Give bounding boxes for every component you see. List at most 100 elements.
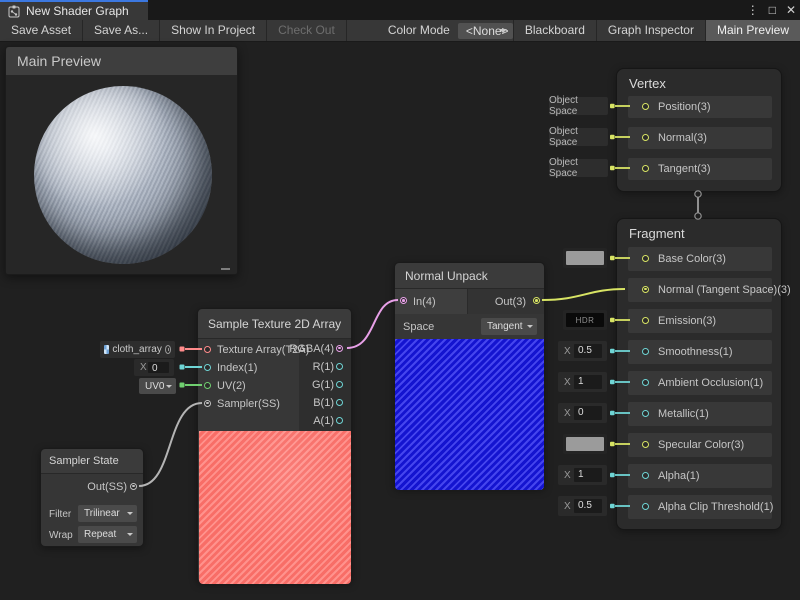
vertex-row-tangent[interactable]: Tangent(3) [628, 158, 772, 180]
index-field[interactable]: X 0 [134, 359, 174, 376]
output-port-out-ss[interactable] [130, 483, 137, 490]
alpha-field[interactable]: X 1 [558, 465, 607, 485]
input-port-alpha[interactable] [642, 472, 649, 479]
fragment-row-specular-color[interactable]: Specular Color(3) [628, 433, 772, 457]
metallic-field[interactable]: X 0 [558, 403, 607, 423]
fragment-row-emission[interactable]: Emission(3) [628, 309, 772, 333]
node-title: Sample Texture 2D Array [208, 317, 341, 331]
kebab-menu-icon[interactable]: ⋮ [747, 3, 759, 17]
wire-out-to-normal[interactable] [542, 289, 625, 300]
input-port-alpha-clip[interactable] [642, 503, 649, 510]
input-row-sampler[interactable]: Sampler(SS) [198, 395, 298, 413]
filter-dropdown[interactable]: Trilinear [78, 505, 137, 522]
fragment-default-dot [610, 504, 615, 509]
space-selector-position[interactable]: Object Space [549, 97, 608, 115]
wire-sampler-state[interactable] [139, 403, 202, 486]
node-sample-texture-2d-array[interactable]: Sample Texture 2D Array Texture Array(T2… [197, 308, 352, 583]
value-input[interactable]: 1 [574, 468, 602, 482]
value-input[interactable]: 0.5 [574, 344, 602, 358]
output-row-r[interactable]: R(1) [299, 358, 351, 376]
output-row-b[interactable]: B(1) [299, 394, 351, 412]
fragment-row-smoothness[interactable]: Smoothness(1) [628, 340, 772, 364]
node-fragment[interactable]: Fragment Base Color(3) Normal (Tangent S… [616, 218, 782, 530]
out-row[interactable]: Out(SS) [41, 474, 143, 500]
output-row-rgba[interactable]: RGBA(4) [299, 340, 351, 358]
node-title: Normal Unpack [405, 269, 488, 283]
output-port-g[interactable] [336, 381, 343, 388]
input-row-uv[interactable]: UV(2) [198, 377, 298, 395]
maximize-icon[interactable]: □ [769, 3, 776, 17]
node-normal-unpack[interactable]: Normal Unpack In(4) Out(3) Space Tangent [394, 262, 545, 489]
output-port-b[interactable] [336, 399, 343, 406]
input-port-base-color[interactable] [642, 255, 649, 262]
input-port-metallic[interactable] [642, 410, 649, 417]
panel-resize-handle[interactable] [221, 268, 230, 270]
value-input[interactable]: 0.5 [574, 499, 602, 513]
input-port-emission[interactable] [642, 317, 649, 324]
output-port-rgba[interactable] [336, 345, 343, 352]
port-label: Ambient Occlusion(1) [658, 371, 763, 395]
port-label: UV(2) [217, 377, 246, 395]
in-cell[interactable]: In(4) [395, 289, 468, 314]
input-port-ambient-occlusion[interactable] [642, 379, 649, 386]
color-mode-dropdown[interactable]: <None> [458, 23, 513, 39]
output-row-a[interactable]: A(1) [299, 412, 351, 430]
output-port-a[interactable] [336, 417, 343, 424]
output-row-g[interactable]: G(1) [299, 376, 351, 394]
node-sampler-state[interactable]: Sampler State Out(SS) Filter Trilinear W… [40, 448, 144, 547]
fragment-row-alpha-clip[interactable]: Alpha Clip Threshold(1) [628, 495, 772, 519]
port-label: Sampler(SS) [217, 395, 280, 413]
base-color-swatch[interactable] [563, 248, 607, 268]
input-row-index[interactable]: Index(1) [198, 359, 298, 377]
vertex-row-position[interactable]: Position(3) [628, 96, 772, 118]
graph-canvas[interactable]: Vertex Position(3) Normal(3) Tangent(3) … [0, 42, 800, 600]
input-port-sampler[interactable] [204, 400, 211, 407]
fragment-row-metallic[interactable]: Metallic(1) [628, 402, 772, 426]
input-port-tangent[interactable] [642, 165, 649, 172]
input-port-specular-color[interactable] [642, 441, 649, 448]
input-port-uv[interactable] [204, 382, 211, 389]
fragment-row-normal-ts[interactable]: Normal (Tangent Space)(3) [628, 278, 772, 302]
fragment-row-ambient-occlusion[interactable]: Ambient Occlusion(1) [628, 371, 772, 395]
emission-hdr-swatch[interactable]: HDR [563, 310, 607, 330]
tab-new-shader-graph[interactable]: New Shader Graph [0, 0, 148, 20]
input-port-position[interactable] [642, 103, 649, 110]
graph-inspector-button[interactable]: Graph Inspector [596, 20, 705, 41]
input-port-normal[interactable] [642, 134, 649, 141]
save-as-button[interactable]: Save As... [83, 20, 160, 41]
main-preview-panel[interactable]: Main Preview [5, 46, 238, 275]
blackboard-button[interactable]: Blackboard [513, 20, 596, 41]
fragment-default-dot [610, 256, 615, 261]
fragment-row-alpha[interactable]: Alpha(1) [628, 464, 772, 488]
vertex-row-normal[interactable]: Normal(3) [628, 127, 772, 149]
input-port-texture-array[interactable] [204, 346, 211, 353]
ambient-occlusion-field[interactable]: X 1 [558, 372, 607, 392]
save-asset-button[interactable]: Save Asset [0, 20, 83, 41]
show-in-project-button[interactable]: Show In Project [160, 20, 267, 41]
close-icon[interactable]: ✕ [786, 3, 796, 17]
input-port-smoothness[interactable] [642, 348, 649, 355]
input-row-texture-array[interactable]: Texture Array(T2A) [198, 341, 298, 359]
input-port-in[interactable] [400, 297, 407, 304]
wrap-dropdown[interactable]: Repeat [78, 526, 137, 543]
main-preview-button[interactable]: Main Preview [705, 20, 800, 41]
space-dropdown[interactable]: Tangent [481, 318, 537, 335]
space-selector-tangent[interactable]: Object Space [549, 159, 608, 177]
alpha-clip-field[interactable]: X 0.5 [558, 496, 607, 516]
value-input[interactable]: 0 [574, 406, 602, 420]
smoothness-field[interactable]: X 0.5 [558, 341, 607, 361]
texture-asset-field[interactable]: cloth_array [100, 341, 175, 358]
output-port-out[interactable] [533, 297, 540, 304]
value-input[interactable]: 0 [148, 362, 169, 373]
object-picker-icon[interactable] [165, 345, 171, 354]
output-port-r[interactable] [336, 363, 343, 370]
input-port-normal-ts[interactable] [642, 286, 649, 293]
specular-color-swatch[interactable] [563, 434, 607, 454]
fragment-row-base-color[interactable]: Base Color(3) [628, 247, 772, 271]
wire-rgba-to-in[interactable] [347, 300, 398, 348]
uv-channel-dropdown[interactable]: UV0 [139, 378, 176, 394]
node-vertex[interactable]: Vertex Position(3) Normal(3) Tangent(3) [616, 68, 782, 192]
space-selector-normal[interactable]: Object Space [549, 128, 608, 146]
value-input[interactable]: 1 [574, 375, 602, 389]
input-port-index[interactable] [204, 364, 211, 371]
